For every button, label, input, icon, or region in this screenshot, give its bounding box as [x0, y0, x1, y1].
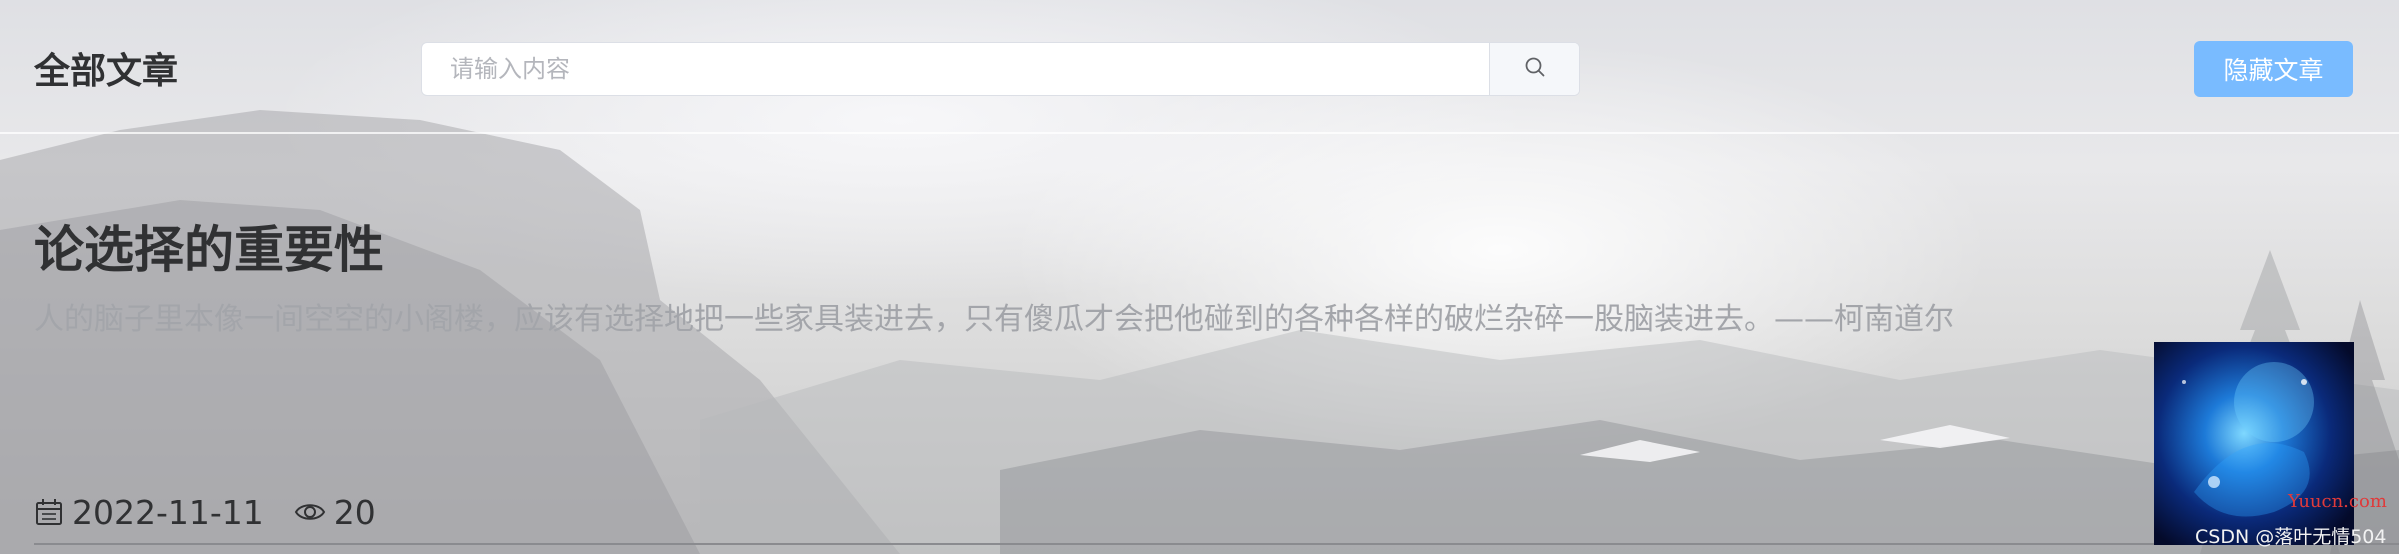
article-summary: 人的脑子里本像一间空空的小阁楼，应该有选择地把一些家具装进去，只有傻瓜才会把他碰…: [34, 302, 1954, 337]
page-title: 全部文章: [34, 51, 179, 92]
article-view-count: 20: [333, 492, 376, 532]
article-thumbnail: [2154, 342, 2354, 545]
article-title[interactable]: 论选择的重要性: [34, 215, 2134, 285]
article-card[interactable]: 论选择的重要性 人的脑子里本像一间空空的小阁楼，应该有选择地把一些家具装进去，只…: [34, 215, 2134, 341]
search-button[interactable]: [1489, 43, 1579, 95]
article-date: 2022-11-11: [72, 492, 264, 532]
hide-articles-button[interactable]: 隐藏文章: [2194, 41, 2353, 97]
search-input[interactable]: [422, 43, 1489, 95]
eye-icon: [294, 499, 326, 525]
article-meta: 2022-11-11 20: [34, 490, 376, 534]
divider: [34, 543, 2399, 545]
site-watermark: Yuucn.com: [2288, 491, 2387, 512]
search-box: [421, 42, 1580, 96]
csdn-watermark: CSDN @落叶无情504: [2195, 526, 2387, 548]
top-bar: 全部文章 隐藏文章: [0, 0, 2399, 134]
calendar-icon: [34, 497, 64, 527]
search-icon: [1523, 55, 1547, 83]
article-views: 20: [294, 493, 376, 532]
